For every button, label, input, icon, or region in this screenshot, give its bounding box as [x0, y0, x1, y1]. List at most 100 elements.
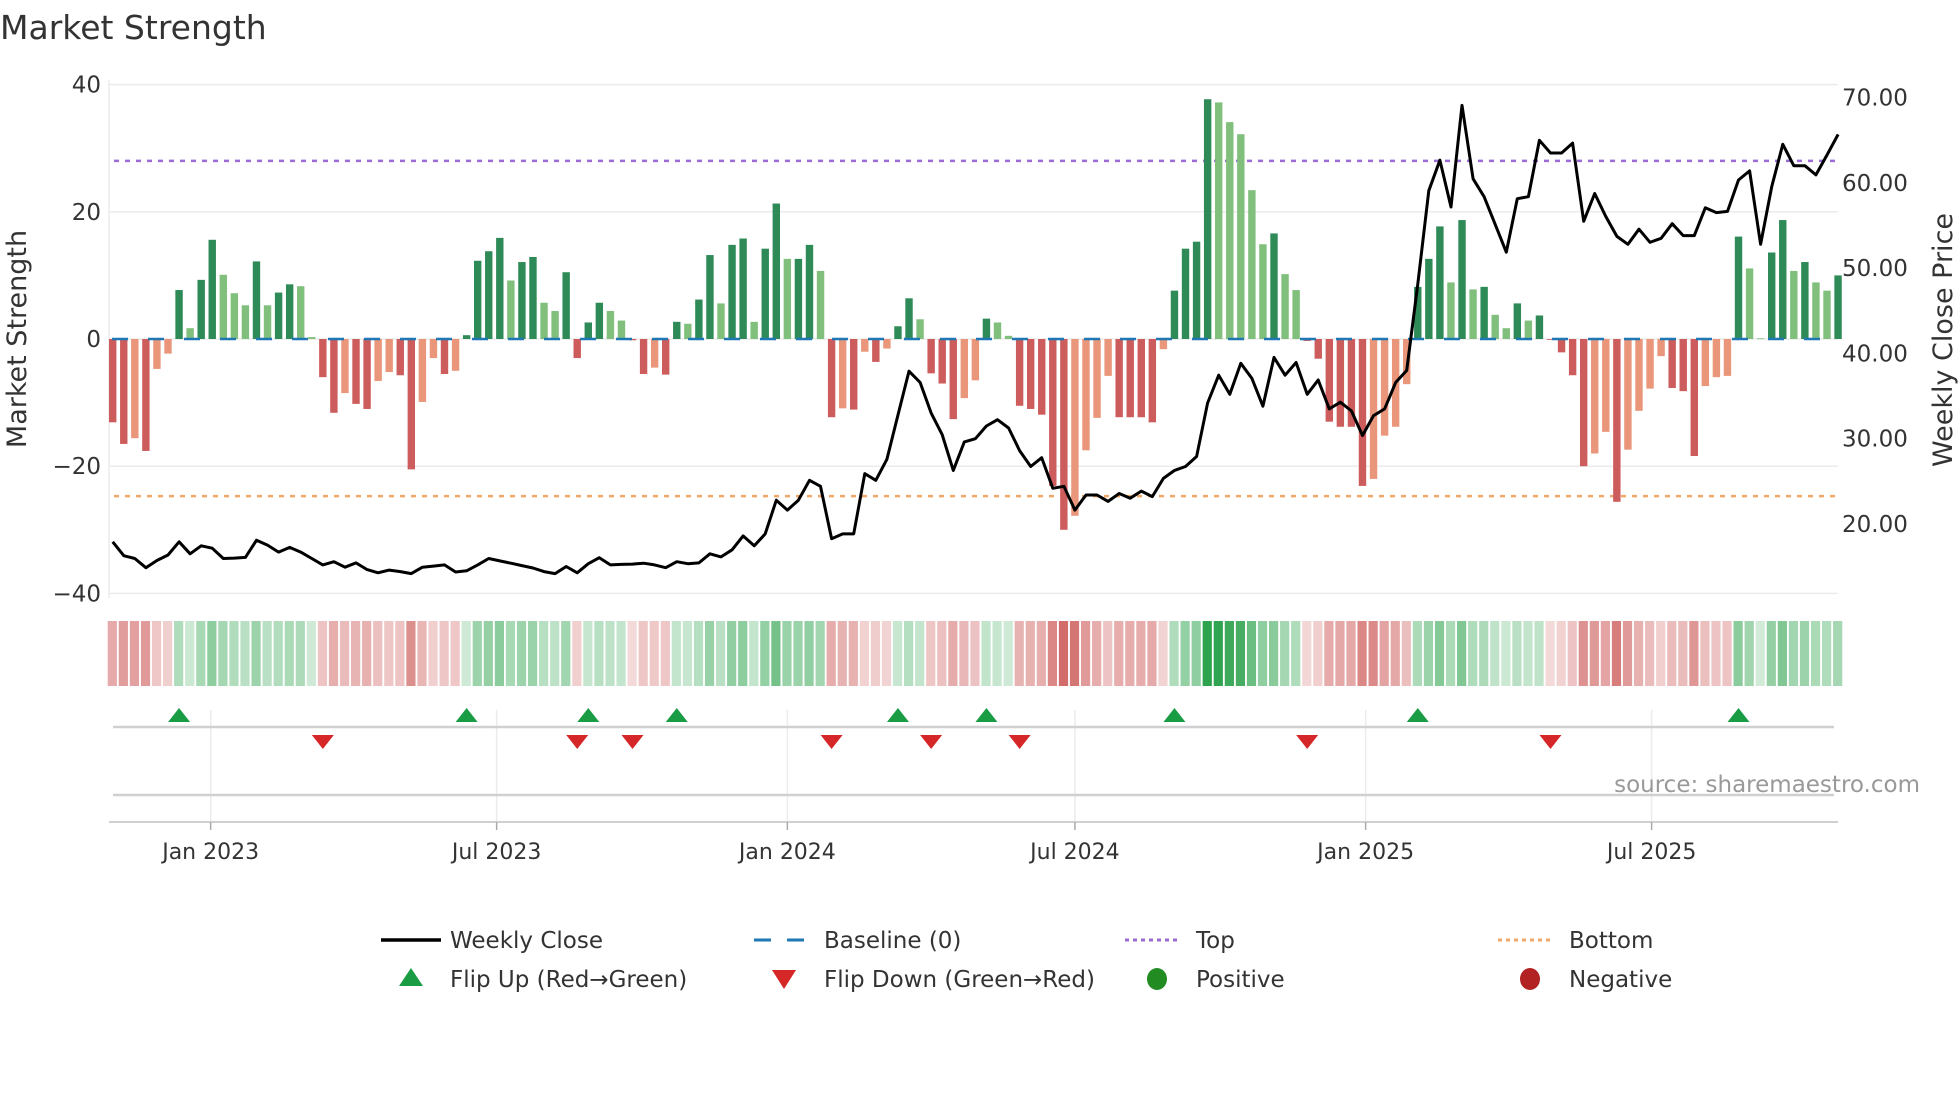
strength-bar [1790, 270, 1798, 339]
heat-cell [638, 621, 648, 686]
y2-tick-label: 40.00 [1842, 341, 1908, 367]
heat-cell [1468, 621, 1478, 686]
strength-bar [1215, 102, 1223, 340]
strength-bar [1779, 220, 1787, 339]
flip-up-legend-icon [399, 968, 423, 986]
strength-bar [418, 339, 427, 402]
strength-bar [529, 256, 537, 339]
heat-cell [1556, 621, 1566, 686]
heat-cell [1291, 621, 1301, 686]
heat-cell [1313, 621, 1323, 686]
strength-bar [816, 270, 825, 339]
x-tick-label: Jan 2023 [160, 840, 259, 865]
heat-cell [970, 621, 980, 686]
strength-bar [540, 302, 548, 339]
flip-down-marker [820, 735, 843, 749]
heat-cell [494, 621, 504, 686]
strength-bar [429, 339, 438, 359]
strength-bar [1436, 226, 1444, 339]
heat-cell [450, 621, 460, 686]
strength-bar [263, 305, 272, 339]
flip-down-marker [1008, 735, 1031, 749]
flip-up-marker [665, 708, 688, 722]
strength-bar [1679, 339, 1687, 392]
heat-cell [1224, 621, 1234, 686]
strength-bar [662, 339, 670, 375]
strength-bar [1812, 282, 1820, 339]
strength-bar [330, 339, 338, 413]
strength-bar [1270, 233, 1278, 339]
strength-bar [1060, 339, 1068, 530]
strength-bar [1557, 339, 1566, 353]
heat-cell [1722, 621, 1732, 686]
strength-bar [1712, 339, 1721, 378]
heat-cell [1434, 621, 1445, 686]
heat-cell [1025, 621, 1035, 686]
heat-cell [384, 621, 394, 686]
flip-up-marker [1163, 708, 1186, 722]
flip-up-marker [1406, 708, 1429, 722]
heat-cell [373, 621, 383, 686]
heat-cell [151, 621, 162, 686]
legend-circle-icon [1520, 968, 1540, 990]
y2-tick-label: 70.00 [1842, 86, 1908, 112]
heat-cell [992, 621, 1002, 686]
strength-bar [1425, 258, 1433, 339]
heat-cell [682, 621, 693, 686]
strength-bar [1015, 339, 1024, 406]
strength-bar [1524, 320, 1533, 339]
strength-bar [1690, 339, 1698, 457]
strength-bar [850, 339, 858, 410]
heat-cell [1324, 621, 1334, 686]
strength-bar [1292, 290, 1300, 339]
strength-bar [1093, 339, 1101, 418]
heat-cell [1711, 621, 1721, 686]
strength-bar [905, 298, 913, 339]
heat-cell [174, 621, 184, 686]
heat-cell [1567, 621, 1577, 686]
strength-bar [1004, 335, 1013, 339]
strength-bar [706, 255, 714, 339]
heat-cell [505, 621, 516, 686]
strength-bar [1447, 282, 1455, 339]
strength-bar [1314, 339, 1322, 359]
heat-cell [826, 621, 836, 686]
strength-bar [584, 322, 592, 339]
heat-cell [859, 621, 869, 686]
heat-cell [1379, 621, 1389, 686]
strength-bar [861, 339, 869, 352]
heat-cell [959, 621, 969, 686]
heat-cell [140, 621, 151, 686]
heat-cell [1191, 621, 1201, 686]
strength-bar [274, 292, 283, 339]
legend-label: Flip Up (Red→Green) [450, 967, 687, 993]
heat-cell [218, 621, 228, 686]
strength-bar [407, 339, 416, 470]
heat-cell [1479, 621, 1489, 686]
strength-bar [827, 339, 836, 418]
y-tick-label: −20 [52, 454, 101, 480]
strength-bar [916, 319, 924, 339]
strength-bar [451, 339, 460, 371]
strength-bar [1723, 339, 1732, 376]
flip-down-marker [311, 735, 334, 749]
x-tick-label: Jan 2025 [1315, 840, 1414, 865]
legend-label: Top [1195, 928, 1235, 954]
heat-cell [693, 621, 704, 686]
heat-cell [1080, 621, 1091, 686]
strength-bar [872, 339, 880, 362]
heat-cell [539, 621, 549, 686]
heat-cell [1213, 621, 1223, 686]
axes: 40 20 0 −20 −40 70.00 60.00 50.00 40.00 30.00 20.0… [52, 73, 1907, 865]
heat-cell [760, 621, 770, 686]
strength-bar [1491, 314, 1499, 339]
x-tick-label: Jul 2025 [1605, 840, 1697, 865]
strength-bar [949, 339, 957, 420]
strength-bar [982, 318, 991, 339]
strength-bar [1458, 220, 1466, 339]
heat-cell [561, 621, 571, 686]
strength-bar [230, 293, 239, 339]
y2-tick-label: 50.00 [1842, 256, 1908, 282]
heat-cell [572, 621, 582, 686]
heat-cell [1600, 621, 1610, 686]
